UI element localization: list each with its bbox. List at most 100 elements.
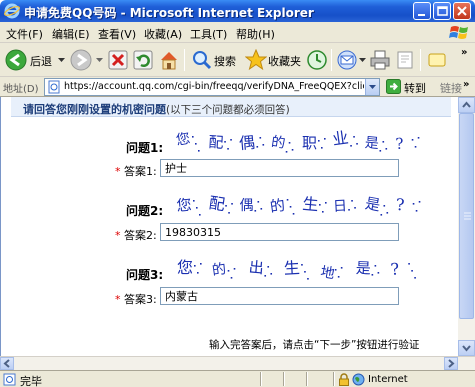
question-1-label: 问题1: [126, 141, 164, 155]
vertical-scroll-thumb[interactable] [459, 113, 474, 319]
instruction-text: 输入完答案后，请点击“下一步”按钮进行验证 [209, 339, 420, 351]
captcha-character: 地 [319, 264, 336, 282]
scroll-right-button[interactable] [444, 357, 458, 370]
refresh-icon[interactable] [133, 50, 153, 70]
captcha-noise-dot [414, 277, 416, 279]
scroll-up-button[interactable] [458, 97, 475, 113]
captcha-noise-dot [259, 137, 262, 139]
go-arrow-icon[interactable] [386, 79, 401, 94]
captcha-noise-dot [285, 151, 288, 153]
captcha-character: 的 [269, 196, 286, 216]
captcha-character: 您 [175, 130, 192, 149]
history-icon[interactable] [306, 49, 328, 71]
captcha-noise-dot [291, 149, 294, 151]
window-title-bar[interactable]: 申请免费QQ号码 - Microsoft Internet Explorer [0, 0, 475, 22]
mail-dropdown-icon[interactable] [359, 58, 366, 63]
answer-1-input[interactable] [160, 159, 399, 177]
captcha-noise-dot [371, 274, 374, 276]
scroll-down-button[interactable] [458, 340, 475, 356]
edit-icon[interactable] [395, 49, 417, 71]
captcha-noise-dot [231, 203, 233, 205]
menu-view[interactable]: 查看(V) [98, 26, 136, 42]
maximize-button[interactable] [433, 2, 451, 20]
search-icon [193, 51, 212, 70]
captcha-character: ? [396, 195, 405, 214]
captcha-noise-dot [286, 199, 289, 201]
menu-edit[interactable]: 编辑(E) [52, 26, 90, 42]
captcha-noise-dot [385, 148, 388, 150]
captcha-noise-dot [197, 272, 199, 274]
captcha-character: 是 [364, 135, 379, 152]
back-dropdown-icon[interactable] [58, 58, 65, 63]
grip-icon [464, 212, 471, 220]
minimize-button[interactable] [413, 2, 431, 20]
print-icon[interactable] [369, 49, 391, 71]
security-zone-label: Internet [368, 374, 408, 385]
captcha-noise-dot [307, 278, 309, 280]
captcha-noise-dot [254, 210, 257, 212]
captcha-noise-dot [288, 142, 291, 144]
answer-2-input[interactable] [160, 223, 399, 241]
captcha-noise-dot [340, 267, 343, 269]
favorites-button[interactable]: 收藏夹 [244, 47, 306, 73]
captcha-character: 生 [302, 194, 320, 214]
captcha-noise-dot [200, 263, 202, 265]
menu-file[interactable]: 文件(F) [6, 26, 43, 42]
captcha-noise-dot [198, 150, 200, 152]
captcha-noise-dot [382, 141, 385, 143]
back-arrow-icon [5, 49, 27, 71]
stop-icon[interactable] [108, 50, 128, 70]
search-button[interactable]: 搜索 [190, 47, 240, 73]
go-button[interactable]: 转到 [404, 80, 426, 96]
scroll-left-button[interactable] [0, 357, 14, 370]
forward-button[interactable] [68, 47, 96, 73]
windows-flag-icon [449, 26, 468, 39]
captcha-noise-dot [225, 205, 227, 207]
captcha-noise-dot [256, 146, 259, 148]
address-dropdown-button[interactable] [365, 79, 379, 95]
internet-explorer-icon [4, 3, 20, 19]
captcha-noise-dot [292, 213, 295, 215]
mail-icon[interactable] [336, 49, 358, 71]
captcha-noise-dot [194, 265, 196, 267]
captcha-noise-dot [230, 139, 232, 141]
captcha-noise-dot [193, 200, 195, 202]
maximize-icon [437, 6, 448, 16]
vertical-scrollbar[interactable] [458, 97, 475, 356]
menu-tools[interactable]: 工具(T) [190, 26, 227, 42]
answer-3-input[interactable] [160, 287, 399, 305]
captcha-noise-dot [260, 208, 263, 210]
links-toolbar[interactable]: 链接 [440, 80, 462, 96]
captcha-character: 配 [208, 133, 224, 152]
captcha-character: 职 [302, 134, 317, 152]
captcha-noise-dot [228, 212, 230, 214]
address-input[interactable]: https://account.qq.com/cgi-bin/freeqq/ve… [44, 78, 380, 96]
status-text: 完毕 [20, 375, 42, 387]
menu-favorites[interactable]: 收藏(A) [144, 26, 182, 42]
address-url: https://account.qq.com/cgi-bin/freeqq/ve… [64, 81, 364, 92]
captcha-character: 出 [248, 258, 265, 277]
back-button[interactable]: 后退 [3, 47, 57, 73]
links-overflow-chevron[interactable]: » [463, 79, 469, 90]
question-1-captcha-image: 您配偶的职业是? [175, 130, 420, 153]
captcha-noise-dot [289, 206, 292, 208]
captcha-noise-dot [337, 276, 340, 278]
toolbar-overflow-chevron[interactable]: » [461, 47, 467, 58]
captcha-character: 您 [177, 258, 193, 277]
captcha-character: 您 [176, 196, 193, 215]
messenger-icon[interactable] [426, 49, 448, 71]
home-icon[interactable] [158, 49, 180, 71]
close-button[interactable] [453, 2, 471, 20]
menu-help[interactable]: 帮助(H) [236, 26, 275, 42]
status-bar: 完毕 Internet [0, 370, 475, 387]
captcha-noise-dot [411, 139, 414, 141]
favorites-star-icon [245, 49, 267, 71]
captcha-character: ? [395, 135, 404, 153]
captcha-noise-dot [196, 207, 198, 209]
captcha-character: 日 [333, 198, 348, 215]
horizontal-scrollbar[interactable] [0, 356, 475, 370]
forward-dropdown-icon[interactable] [96, 58, 103, 63]
captcha-noise-dot [408, 263, 410, 265]
captcha-noise-dot [379, 150, 382, 152]
captcha-character: 业 [331, 130, 350, 149]
